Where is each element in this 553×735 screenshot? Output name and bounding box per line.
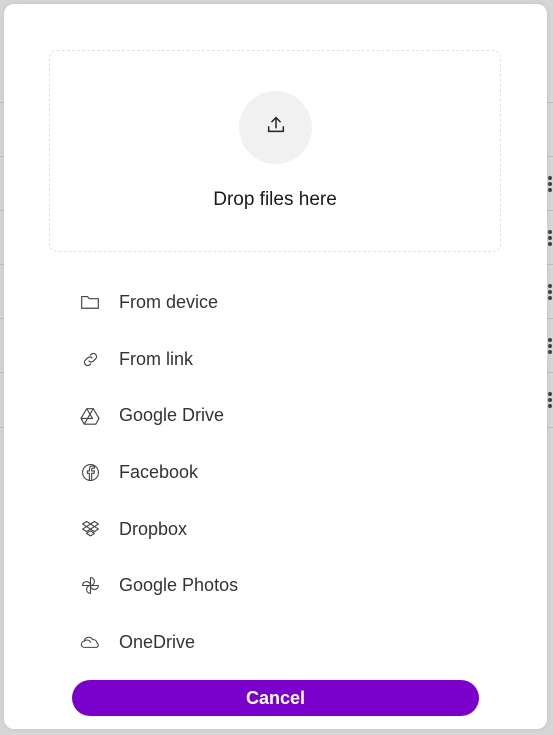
upload-icon: [265, 114, 287, 141]
cancel-button[interactable]: Cancel: [72, 680, 479, 716]
source-google-drive[interactable]: Google Drive: [70, 387, 490, 444]
upload-button[interactable]: [239, 91, 312, 164]
source-label: Facebook: [119, 461, 199, 482]
source-label: From link: [119, 348, 194, 369]
background-kebab-icon: [548, 338, 552, 356]
source-from-link[interactable]: From link: [70, 331, 490, 388]
background-kebab-icon: [548, 392, 552, 410]
source-facebook[interactable]: Facebook: [70, 444, 490, 501]
dropbox-icon: [80, 519, 100, 539]
upload-source-list: From device From link Google Drive Faceb…: [70, 274, 490, 671]
drop-files-label: Drop files here: [213, 189, 337, 210]
drop-zone[interactable]: Drop files here: [49, 50, 501, 252]
upload-modal: Drop files here From device From link Go…: [4, 4, 547, 729]
source-google-photos[interactable]: Google Photos: [70, 557, 490, 614]
source-label: OneDrive: [119, 631, 196, 652]
source-label: From device: [119, 291, 219, 312]
background-kebab-icon: [548, 284, 552, 302]
source-label: Dropbox: [119, 518, 188, 539]
folder-icon: [80, 292, 100, 312]
facebook-icon: [80, 462, 100, 482]
source-onedrive[interactable]: OneDrive: [70, 614, 490, 671]
source-from-device[interactable]: From device: [70, 274, 490, 331]
background-kebab-icon: [548, 176, 552, 194]
onedrive-icon: [80, 632, 100, 652]
source-dropbox[interactable]: Dropbox: [70, 501, 490, 558]
google-photos-icon: [80, 576, 100, 596]
source-label: Google Photos: [119, 575, 239, 596]
google-drive-icon: [80, 406, 100, 426]
source-label: Google Drive: [119, 405, 225, 426]
background-kebab-icon: [548, 230, 552, 248]
link-icon: [80, 349, 100, 369]
